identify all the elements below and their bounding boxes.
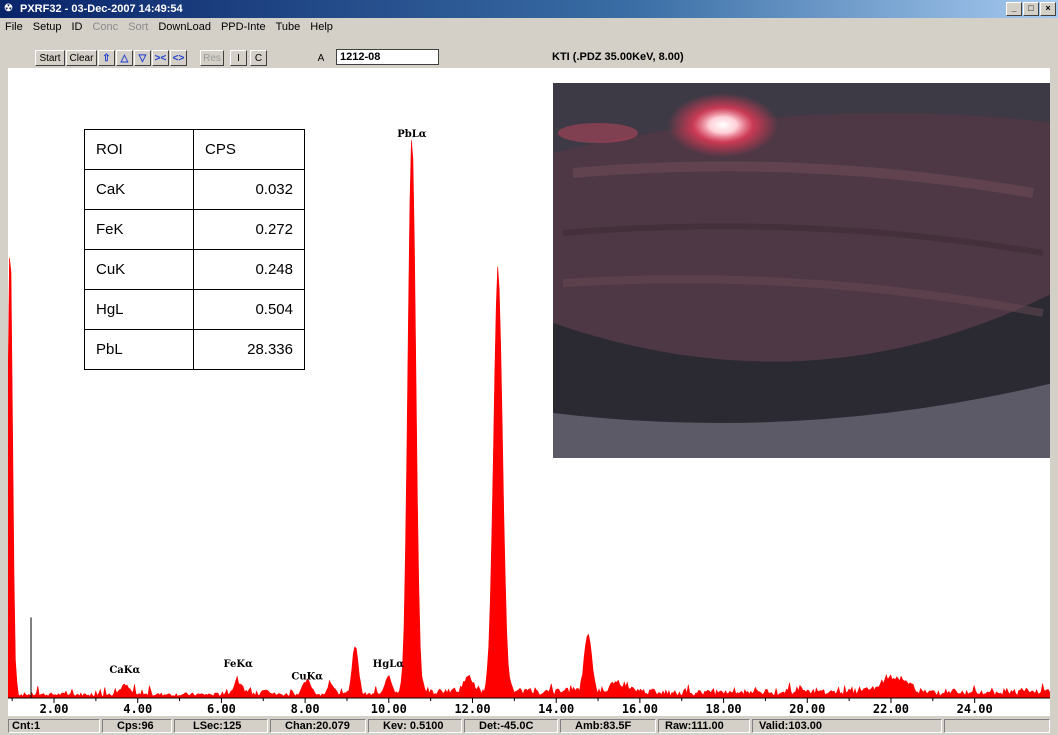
roi-header: ROI	[84, 129, 194, 170]
peak-label: CuKα	[291, 671, 323, 682]
roi-name: CaK	[84, 169, 194, 210]
roi-cps: 0.248	[193, 249, 305, 290]
peak-label: PbLα	[397, 129, 427, 140]
cps-header: CPS	[193, 129, 305, 170]
roi-cps: 0.504	[193, 289, 305, 330]
scroll-down-icon[interactable]: ▽	[134, 50, 151, 66]
app-icon: ☢	[4, 3, 13, 14]
scroll-up-icon[interactable]: △	[116, 50, 133, 66]
peak-label: HgLα	[373, 659, 404, 670]
x-tick-label: 12.00	[454, 702, 490, 716]
title-bar: ☢ PXRF32 - 03-Dec-2007 14:49:54 _ □ ×	[0, 0, 1058, 18]
x-tick-label: 2.00	[40, 702, 69, 716]
close-button[interactable]: ×	[1040, 2, 1056, 16]
menu-help[interactable]: Help	[305, 21, 338, 33]
table-row: CaK 0.032	[84, 169, 305, 210]
zoom-in-icon[interactable]: ><	[152, 50, 169, 66]
res-button[interactable]: Res	[200, 50, 224, 66]
status-amb: Amb:83.5F	[560, 719, 656, 733]
status-det: Det:-45.0C	[464, 719, 558, 733]
menu-tube[interactable]: Tube	[271, 21, 306, 33]
roi-cps: 0.032	[193, 169, 305, 210]
menu-file[interactable]: File	[0, 21, 28, 33]
roi-name: PbL	[84, 329, 194, 370]
table-row: HgL 0.504	[84, 289, 305, 330]
x-tick-label: 14.00	[538, 702, 574, 716]
x-tick-label: 22.00	[873, 702, 909, 716]
window-title: PXRF32 - 03-Dec-2007 14:49:54	[20, 3, 183, 15]
roi-cps: 0.272	[193, 209, 305, 250]
status-count: Cnt:1	[8, 719, 100, 733]
status-valid: Valid:103.00	[752, 719, 942, 733]
status-bar: Cnt:1 Cps:96 LSec:125 Chan:20.079 Kev: 0…	[0, 717, 1058, 735]
menu-id[interactable]: ID	[66, 21, 87, 33]
peak-label: FeKα	[224, 659, 254, 670]
roi-name: HgL	[84, 289, 194, 330]
menu-sort[interactable]: Sort	[123, 21, 153, 33]
sample-photo	[553, 83, 1050, 458]
sample-camera-image	[553, 83, 1050, 458]
peak-label: CaKα	[109, 665, 140, 676]
table-row: PbL 28.336	[84, 329, 305, 370]
menu-conc[interactable]: Conc	[87, 21, 123, 33]
start-button[interactable]: Start	[35, 50, 65, 66]
status-kev: Kev: 0.5100	[368, 719, 462, 733]
spectrum-header: KTI (.PDZ 35.00KeV, 8.00)	[552, 51, 684, 63]
x-tick-label: 24.00	[957, 702, 993, 716]
toolbar: Start Clear ⇧ △ ▽ >< <> Res I C A 1212-0…	[0, 35, 1058, 68]
sample-id-input[interactable]: 1212-08	[336, 49, 439, 65]
x-tick-label: 16.00	[622, 702, 658, 716]
menu-setup[interactable]: Setup	[28, 21, 67, 33]
status-cps: Cps:96	[102, 719, 172, 733]
menu-download[interactable]: DownLoad	[153, 21, 216, 33]
zoom-out-icon[interactable]: <>	[170, 50, 187, 66]
window-controls: _ □ ×	[1005, 2, 1056, 16]
x-tick-label: 4.00	[123, 702, 152, 716]
roi-table: ROI CPS CaK 0.032 FeK 0.272 CuK 0.248 Hg…	[84, 129, 305, 370]
status-raw: Raw:111.00	[658, 719, 750, 733]
x-tick-label: 8.00	[291, 702, 320, 716]
x-tick-label: 20.00	[789, 702, 825, 716]
roi-table-header: ROI CPS	[84, 129, 305, 170]
status-empty	[944, 719, 1050, 733]
status-chan: Chan:20.079	[270, 719, 366, 733]
status-lsec: LSec:125	[174, 719, 268, 733]
roi-cps: 28.336	[193, 329, 305, 370]
x-tick-label: 10.00	[371, 702, 407, 716]
spectrum-plot[interactable]: 2.00 4.00 6.00 8.00 10.00 12.00 14.00 16.00 18.0…	[8, 68, 1050, 716]
menu-ppd-inte[interactable]: PPD-Inte	[216, 21, 271, 33]
a-button[interactable]: A	[310, 50, 332, 66]
roi-name: FeK	[84, 209, 194, 250]
up-arrow-icon[interactable]: ⇧	[98, 50, 115, 66]
maximize-button[interactable]: □	[1023, 2, 1039, 16]
table-row: FeK 0.272	[84, 209, 305, 250]
clear-button[interactable]: Clear	[66, 50, 97, 66]
menu-bar: File Setup ID Conc Sort DownLoad PPD-Int…	[0, 18, 1058, 35]
minimize-button[interactable]: _	[1006, 2, 1022, 16]
i-button[interactable]: I	[230, 50, 247, 66]
x-tick-label: 6.00	[207, 702, 236, 716]
x-tick-label: 18.00	[706, 702, 742, 716]
table-row: CuK 0.248	[84, 249, 305, 290]
roi-name: CuK	[84, 249, 194, 290]
c-button[interactable]: C	[250, 50, 267, 66]
